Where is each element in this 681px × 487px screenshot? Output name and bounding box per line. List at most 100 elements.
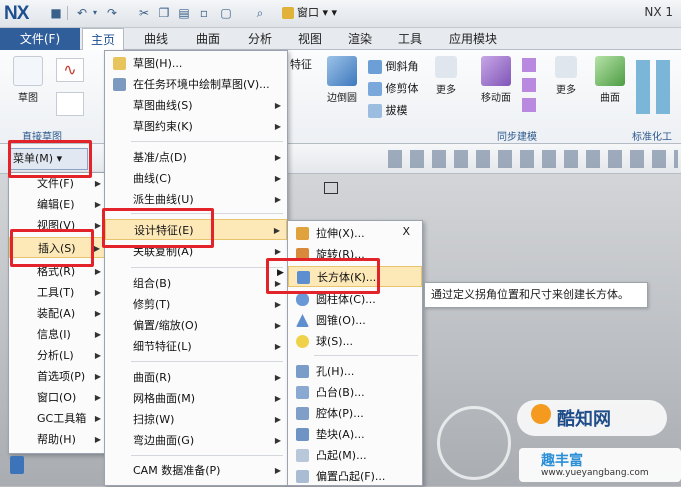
edge-blend-icon	[327, 56, 357, 86]
tab-view[interactable]: 视图	[290, 28, 330, 50]
command-finder-icon[interactable]: ⌕	[252, 5, 268, 21]
menu-item-label: 曲面(R)	[133, 371, 172, 384]
insert-mesh-surface[interactable]: 网格曲面(M) ▶	[105, 388, 287, 409]
insert-derived-curve[interactable]: 派生曲线(U) ▶	[105, 189, 287, 210]
menu-item-label: 装配(A)	[37, 307, 76, 320]
menu-preferences[interactable]: 首选项(P) ▶	[9, 366, 107, 387]
insert-offset-scale[interactable]: 偏置/缩放(O) ▶	[105, 315, 287, 336]
menu-item-label: 网格曲面(M)	[133, 392, 196, 405]
insert-sweep[interactable]: 扫掠(W) ▶	[105, 409, 287, 430]
menu-item-label: 帮助(H)	[37, 433, 76, 446]
menu-tools[interactable]: 工具(T) ▶	[9, 282, 107, 303]
feature-pocket[interactable]: 腔体(P)...	[288, 403, 422, 424]
tab-home[interactable]: 主页	[82, 28, 124, 50]
chamfer-button[interactable]: 倒斜角	[368, 58, 419, 74]
move-face-label: 移动面	[481, 93, 511, 104]
boss-icon	[296, 386, 309, 399]
delete-icon[interactable]: ▫	[196, 5, 212, 21]
restore-icon[interactable]	[324, 182, 338, 194]
tab-curve[interactable]: 曲线	[136, 28, 176, 50]
sketch-label: 草图	[18, 93, 38, 104]
feature-pad[interactable]: 垫块(A)...	[288, 424, 422, 445]
emboss-icon	[296, 449, 309, 462]
tab-surface[interactable]: 曲面	[188, 28, 228, 50]
tab-tools[interactable]: 工具	[390, 28, 430, 50]
surface-tools-icons[interactable]	[636, 60, 676, 114]
chamfer-icon	[368, 60, 382, 74]
feature-boss[interactable]: 凸台(B)...	[288, 382, 422, 403]
divider	[131, 267, 283, 268]
more-button-1[interactable]: 更多	[430, 56, 462, 96]
menu-help[interactable]: 帮助(H) ▶	[9, 429, 107, 450]
tab-application[interactable]: 应用模块	[442, 28, 504, 50]
offset-emboss-icon	[296, 470, 309, 483]
paste-icon[interactable]: ▤	[176, 5, 192, 21]
nx-logo: NX	[4, 3, 29, 24]
feature-cone[interactable]: 圆锥(O)...	[288, 310, 422, 331]
menu-information[interactable]: 信息(I) ▶	[9, 324, 107, 345]
highlight-block	[266, 258, 380, 294]
trim-body-label: 修剪体	[385, 82, 419, 95]
window-quick-menu[interactable]: 窗口 ▾ ▾	[282, 4, 337, 22]
insert-flange-surface[interactable]: 弯边曲面(G) ▶	[105, 430, 287, 451]
window-icon[interactable]: ▢	[218, 5, 234, 21]
menu-edit[interactable]: 编辑(E) ▶	[9, 194, 107, 215]
menu-item-label: 圆柱体(C)...	[316, 293, 376, 306]
menu-item-label: 草图约束(K)	[133, 120, 193, 133]
sync-group-label: 同步建模	[497, 132, 537, 143]
more-button-2[interactable]: 更多	[550, 56, 582, 96]
menu-analysis[interactable]: 分析(L) ▶	[9, 345, 107, 366]
file-tab[interactable]: 文件(F)	[0, 28, 80, 50]
undo-dropdown-icon[interactable]: ▾	[90, 5, 100, 21]
insert-surface[interactable]: 曲面(R) ▶	[105, 367, 287, 388]
divider	[131, 361, 283, 362]
title-bar	[0, 0, 681, 28]
rectangle-icon[interactable]	[56, 92, 84, 116]
watermark-site: www.yueyangbang.com	[541, 468, 649, 478]
insert-combine[interactable]: 组合(B) ▶	[105, 273, 287, 294]
feature-extrude[interactable]: 拉伸(X)...	[288, 223, 422, 244]
menu-window[interactable]: 窗口(O) ▶	[9, 387, 107, 408]
insert-datum-point[interactable]: 基准/点(D) ▶	[105, 147, 287, 168]
feature-sphere[interactable]: 球(S)...	[288, 331, 422, 352]
cut-icon[interactable]: ✂	[136, 5, 152, 21]
tab-render[interactable]: 渲染	[340, 28, 380, 50]
sync-tools-icons[interactable]	[522, 58, 536, 114]
insert-trim[interactable]: 修剪(T) ▶	[105, 294, 287, 315]
menu-assemblies[interactable]: 装配(A) ▶	[9, 303, 107, 324]
insert-sketch-curve[interactable]: 草图曲线(S) ▶	[105, 95, 287, 116]
move-face-button[interactable]: 移动面	[474, 56, 518, 104]
sketch-button[interactable]: 草图	[8, 56, 48, 104]
draft-button[interactable]: 拔模	[368, 102, 408, 118]
copy-icon[interactable]: ❐	[156, 5, 172, 21]
redo-icon[interactable]: ↷	[104, 5, 120, 21]
highlight-insert	[10, 229, 94, 267]
undo-icon[interactable]: ↶	[74, 5, 90, 21]
divider	[131, 455, 283, 456]
tab-analysis[interactable]: 分析	[240, 28, 280, 50]
resource-bar-icon[interactable]	[10, 456, 24, 474]
insert-sketch[interactable]: 草图(H)...	[105, 53, 287, 74]
menu-item-label: 垫块(A)...	[316, 428, 365, 441]
insert-sketch-in-task[interactable]: 在任务环境中绘制草图(V)...	[105, 74, 287, 95]
profile-icon[interactable]: ∿	[56, 58, 84, 82]
menu-item-label: 信息(I)	[37, 328, 71, 341]
menu-gc-toolkit[interactable]: GC工具箱 ▶	[9, 408, 107, 429]
insert-detail-feature[interactable]: 细节特征(L) ▶	[105, 336, 287, 357]
trim-body-button[interactable]: 修剪体	[368, 80, 419, 96]
feature-offset-emboss[interactable]: 偏置凸起(F)...	[288, 466, 422, 487]
edge-blend-button[interactable]: 边倒圆	[320, 56, 364, 104]
feature-hole[interactable]: 孔(H)...	[288, 361, 422, 382]
insert-curve[interactable]: 曲线(C) ▶	[105, 168, 287, 189]
snap-tools-icons[interactable]	[388, 150, 678, 168]
save-icon[interactable]: ■	[48, 5, 64, 21]
menu-item-label: 孔(H)...	[316, 365, 355, 378]
feature-emboss[interactable]: 凸起(M)...	[288, 445, 422, 466]
more-icon	[555, 56, 577, 78]
menu-item-label: 草图(H)...	[133, 57, 183, 70]
watermark-brand: 酷知网	[557, 409, 611, 430]
insert-cam-prep[interactable]: CAM 数据准备(P) ▶	[105, 460, 287, 481]
insert-sketch-constraint[interactable]: 草图约束(K) ▶	[105, 116, 287, 137]
surface-button[interactable]: 曲面	[592, 56, 628, 104]
pocket-icon	[296, 407, 309, 420]
